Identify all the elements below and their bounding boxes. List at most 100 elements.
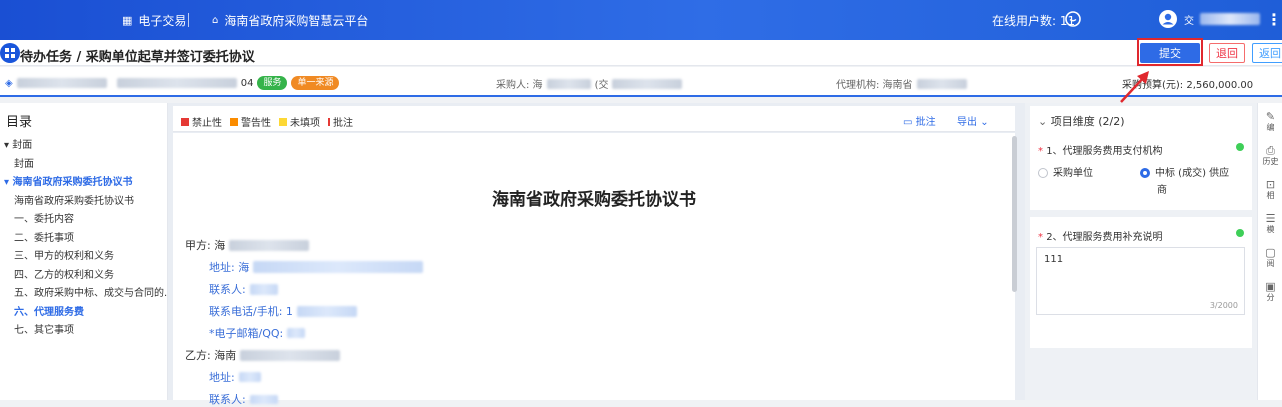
- tag-single-source: 单一来源: [291, 76, 340, 90]
- toc-item[interactable]: 六、代理服务费: [0, 303, 168, 318]
- required-mark: *: [1038, 146, 1043, 157]
- chevron-down-icon: ⌄: [1038, 115, 1048, 128]
- return-button[interactable]: 退回: [1209, 43, 1245, 63]
- redacted-phone-a: [296, 305, 357, 317]
- legend-item: 批注: [328, 114, 353, 129]
- related-tool[interactable]: ⊡ 相: [1258, 179, 1282, 201]
- submit-highlight-frame: [1137, 38, 1203, 66]
- legend-label: 未填项: [290, 118, 320, 129]
- purchaser-paren: (交: [594, 80, 609, 91]
- export-label: 导出: [957, 117, 977, 128]
- radio-icon: [1038, 168, 1048, 178]
- tag-service: 服务: [257, 76, 288, 90]
- more-icon[interactable]: ⋮: [1266, 10, 1282, 29]
- radio-selected-icon: [1140, 168, 1150, 178]
- supplement-textarea[interactable]: 111 3/2000: [1036, 247, 1245, 315]
- chevron-down-icon: ⌄: [980, 117, 989, 128]
- related-icon: ⊡: [1265, 179, 1276, 191]
- legend-item: 禁止性: [181, 114, 222, 129]
- back-button[interactable]: 返回: [1252, 43, 1282, 63]
- edit-tool[interactable]: ✎ 编: [1258, 111, 1282, 133]
- template-tool[interactable]: ☰ 模: [1258, 213, 1282, 235]
- project-suffix: 04: [240, 77, 254, 89]
- toc-item[interactable]: 封面: [0, 155, 168, 170]
- legend-swatch: [181, 118, 189, 126]
- nav-electronic-trading[interactable]: ▦ 电子交易: [122, 12, 186, 29]
- contact-a-label: 联系人:: [209, 283, 246, 296]
- template-icon: ☰: [1265, 213, 1276, 225]
- option-winning-supplier[interactable]: 中标 (成交) 供应: [1140, 164, 1229, 179]
- rail-label: 阅: [1266, 259, 1275, 268]
- rail-label: 历史: [1262, 157, 1279, 166]
- section-header[interactable]: ⌄ 项目维度 (2/2): [1038, 113, 1125, 129]
- annotate-label: 批注: [915, 117, 936, 128]
- question-1-label: * 1、代理服务费用支付机构: [1038, 142, 1163, 157]
- address-a-label: 地址: 海: [209, 261, 250, 274]
- toc-item[interactable]: ▾ 封面: [0, 136, 168, 151]
- phone-a-line: 联系电话/手机: 1: [209, 303, 357, 319]
- document-toolbar: 禁止性 警告性 未填项 批注 ▭ 批注 导出 ⌄: [173, 106, 1015, 132]
- toc-item[interactable]: 三、甲方的权利和义务: [0, 247, 168, 262]
- legend-swatch: [328, 118, 330, 126]
- document-scrollbar[interactable]: [1012, 136, 1017, 292]
- party-b-line: 乙方: 海南: [185, 347, 341, 363]
- toc-item[interactable]: ▾ 海南省政府采购委托协议书: [0, 173, 168, 188]
- legend-swatch: [230, 118, 238, 126]
- option-purchaser[interactable]: 采购单位: [1038, 164, 1093, 179]
- document-title: 海南省政府采购委托协议书: [492, 190, 696, 210]
- toc-item[interactable]: 七、其它事项: [0, 321, 168, 336]
- table-of-contents: 目录 ▾ 封面 封面 ▾ 海南省政府采购委托协议书 海南省政府采购委托协议书 一、委托内…: [0, 103, 168, 400]
- option-winning-supplier-wrap: 商: [1157, 185, 1167, 196]
- redacted-purchaser: [546, 78, 591, 89]
- share-tool[interactable]: ▣ 分: [1258, 281, 1282, 303]
- nav-platform-home[interactable]: ⌂ 海南省政府采购智慧云平台: [212, 12, 368, 29]
- toc-item[interactable]: 二、委托事项: [0, 229, 168, 244]
- breadcrumb: 待办任务 / 采购单位起草并签订委托协议: [20, 50, 255, 65]
- address-b-label: 地址:: [209, 371, 235, 384]
- rail-label: 相: [1266, 191, 1275, 200]
- option-purchaser-label: 采购单位: [1053, 168, 1093, 179]
- toc-item[interactable]: 五、政府采购中标、成交与合同的...: [0, 284, 168, 299]
- user-name: 交: [1184, 15, 1194, 27]
- annotate-button[interactable]: ▭ 批注: [903, 113, 936, 128]
- export-dropdown[interactable]: 导出 ⌄: [957, 113, 989, 128]
- top-navigation-bar: ▦ 电子交易 ⌂ 海南省政府采购智慧云平台 在线用户数: 11 交 ⋮: [0, 0, 1282, 40]
- legend-item: 未填项: [279, 114, 320, 129]
- user-menu[interactable]: 交: [1158, 9, 1260, 29]
- history-icon: ⎙: [1266, 145, 1275, 157]
- agency-label: 代理机构: 海南省: [836, 80, 913, 91]
- grid-icon: ▦: [122, 14, 133, 27]
- email-a-label: *电子邮箱/QQ:: [209, 327, 284, 340]
- read-icon: ▢: [1265, 247, 1276, 259]
- user-avatar-icon: [1159, 10, 1177, 28]
- toc-item[interactable]: 四、乙方的权利和义务: [0, 266, 168, 281]
- annotation-arrow-icon: [1120, 71, 1149, 103]
- party-b-label: 乙方: 海南: [185, 349, 237, 362]
- required-mark: *: [1038, 232, 1043, 243]
- agency-info: 代理机构: 海南省: [836, 76, 967, 91]
- apps-icon[interactable]: [0, 43, 20, 63]
- project-name: ◈ 04 服务 单一来源: [5, 76, 340, 90]
- history-tool[interactable]: ⎙ 历史: [1258, 145, 1282, 167]
- question-2-text: 2、代理服务费用补充说明: [1046, 232, 1163, 243]
- toc-item[interactable]: 一、委托内容: [0, 210, 168, 225]
- read-tool[interactable]: ▢ 阅: [1258, 247, 1282, 269]
- legend-item: 警告性: [230, 114, 271, 129]
- document-area: 禁止性 警告性 未填项 批注 ▭ 批注 导出 ⌄ 海南省政府采购委托协议书 甲方: 海…: [168, 103, 1025, 406]
- chat-icon[interactable]: [1064, 10, 1082, 28]
- party-a-line: 甲方: 海: [185, 237, 310, 253]
- char-counter: 3/2000: [1209, 301, 1238, 310]
- email-a-line: *电子邮箱/QQ:: [209, 325, 306, 341]
- supplement-value: 111: [1044, 254, 1064, 265]
- form-panel: ⌄ 项目维度 (2/2) * 1、代理服务费用支付机构 采购单位 中标 (成交)…: [1025, 103, 1257, 400]
- contact-a-line: 联系人:: [209, 281, 278, 297]
- redacted-party-a: [229, 239, 310, 251]
- legend-label: 警告性: [241, 118, 271, 129]
- question-card-2: * 2、代理服务费用补充说明 111 3/2000: [1030, 217, 1252, 348]
- legend-label: 批注: [333, 118, 353, 129]
- question-2-label: * 2、代理服务费用补充说明: [1038, 228, 1163, 243]
- document-page: 海南省政府采购委托协议书 甲方: 海 地址: 海 联系人: 联系电话/手机: 1…: [173, 133, 1015, 406]
- layers-icon: ◈: [5, 77, 13, 89]
- toc-item[interactable]: 海南省政府采购委托协议书: [0, 192, 168, 207]
- redacted-address-a: [253, 261, 424, 273]
